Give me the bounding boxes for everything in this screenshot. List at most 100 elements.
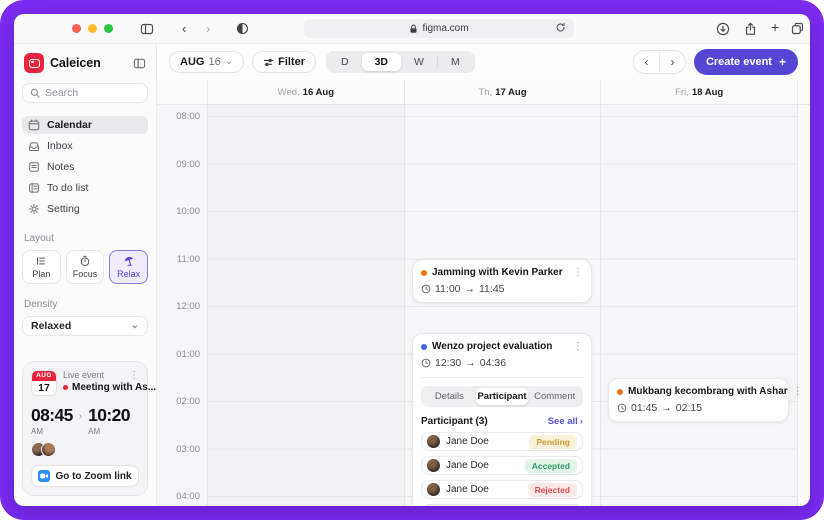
event-card-mukbang[interactable]: Mukbang kecombrang with Ashar ⋮ 01:45 → … <box>608 378 789 422</box>
search-input[interactable]: Search <box>22 83 148 103</box>
sidebar-item-label: Setting <box>47 203 80 215</box>
view-tab-3day[interactable]: 3D <box>362 53 401 71</box>
participant-row[interactable]: Jane Doe Accepted <box>421 456 583 475</box>
layout-section-label: Layout <box>24 233 146 244</box>
next-button[interactable]: › <box>660 51 685 73</box>
event-card-wenzo[interactable]: Wenzo project evaluation ⋮ 12:30 → 04:36 <box>412 333 592 506</box>
close-window-button[interactable] <box>72 24 81 33</box>
downloads-icon[interactable] <box>716 22 730 36</box>
day-header-fri[interactable]: Fri, 18 Aug <box>600 80 797 104</box>
sidebar-item-setting[interactable]: Setting <box>22 200 148 218</box>
avatar <box>41 442 56 457</box>
minimize-window-button[interactable] <box>88 24 97 33</box>
time-label: 03:00 <box>176 444 200 455</box>
density-select[interactable]: Relaxed ⌄ <box>22 316 148 336</box>
filter-button[interactable]: Filter <box>252 51 316 73</box>
day-header-wed[interactable]: Wed, 16 Aug <box>207 80 404 104</box>
sidebar-item-inbox[interactable]: Inbox <box>22 137 148 155</box>
layout-options: Plan Focus Relax <box>22 250 148 284</box>
zoom-link-label: Go to Zoom link <box>55 471 131 482</box>
new-tab-icon[interactable]: + <box>771 19 779 35</box>
status-badge: Accepted <box>525 459 577 473</box>
sidebar-item-label: To do list <box>47 182 88 194</box>
plus-icon: + <box>779 55 786 69</box>
day-column-fri[interactable] <box>600 105 797 506</box>
live-event-card[interactable]: AUG 17 Live event Meeting with As... ⋮ <box>22 361 148 496</box>
arrow-right-icon: → <box>661 402 672 414</box>
create-event-button[interactable]: Create event + <box>694 49 798 75</box>
kebab-menu-icon[interactable]: ⋮ <box>793 387 803 397</box>
lock-icon <box>409 24 418 34</box>
time-label: 04:00 <box>176 491 200 502</box>
umbrella-icon <box>123 255 135 267</box>
browser-forward-button[interactable]: › <box>206 21 210 36</box>
browser-sidebar-toggle-icon[interactable] <box>140 22 154 36</box>
layout-option-relax[interactable]: Relax <box>109 250 148 284</box>
time-label: 10:00 <box>176 206 200 217</box>
zoom-window-button[interactable] <box>104 24 113 33</box>
date-picker-button[interactable]: AUG 16 ⌄ <box>169 51 244 73</box>
filter-icon <box>263 57 274 68</box>
event-title: Mukbang kecombrang with Ashar <box>628 386 788 397</box>
calendar-grid: 08:00 09:00 10:00 11:00 12:00 01:00 02:0… <box>157 105 810 506</box>
gutter-header <box>157 80 207 104</box>
tab-comment[interactable]: Comment <box>528 388 581 405</box>
app-logo <box>24 53 44 73</box>
tab-details[interactable]: Details <box>423 388 476 405</box>
participant-row[interactable]: Jane Doe Rejected <box>421 480 583 499</box>
inbox-icon <box>28 140 40 152</box>
date-badge: AUG 17 <box>31 370 57 396</box>
tab-overview-icon[interactable] <box>791 22 804 35</box>
day-column-wed[interactable] <box>207 105 404 506</box>
sidebar-menu: Calendar Inbox Notes <box>22 116 148 218</box>
day-header-thu[interactable]: Th, 17 Aug <box>404 80 601 104</box>
clock-icon <box>421 284 431 294</box>
url-host: figma.com <box>422 23 468 34</box>
address-bar[interactable]: figma.com <box>304 19 574 38</box>
view-tab-month[interactable]: M <box>438 53 473 71</box>
reload-icon[interactable] <box>555 22 566 33</box>
video-camera-icon <box>38 470 50 482</box>
day-header-row: Wed, 16 Aug Th, 17 Aug Fri, 18 Aug <box>157 80 810 105</box>
share-icon[interactable] <box>744 22 757 36</box>
date-badge-month: AUG <box>32 371 56 381</box>
end-meridiem: AM <box>88 427 130 436</box>
previous-button[interactable]: ‹ <box>634 51 659 73</box>
clock-icon <box>617 403 627 413</box>
time-label: 01:00 <box>176 349 200 360</box>
view-tab-week[interactable]: W <box>401 53 437 71</box>
attendee-avatars <box>31 442 139 457</box>
participant-name: Jane Doe <box>446 436 489 447</box>
collapse-sidebar-icon[interactable] <box>133 57 146 70</box>
time-label: 11:00 <box>177 254 200 265</box>
event-detail-tabs: Details Participant Comment <box>421 386 583 407</box>
event-color-dot <box>421 344 427 350</box>
zoom-link-button[interactable]: Go to Zoom link <box>31 465 139 487</box>
kebab-menu-icon[interactable]: ⋮ <box>129 370 139 381</box>
sidebar-item-notes[interactable]: Notes <box>22 158 148 176</box>
live-event-times: 08:45 AM › 10:20 AM <box>31 405 139 436</box>
view-switcher: D 3D W M <box>326 51 475 73</box>
day-prefix: Fri, <box>675 87 689 98</box>
time-separator-icon: › <box>79 411 82 422</box>
event-card-jamming[interactable]: Jamming with Kevin Parker ⋮ 11:00 → 11:4… <box>412 259 592 303</box>
tab-participant[interactable]: Participant <box>476 388 529 405</box>
view-tab-day[interactable]: D <box>328 53 362 71</box>
grid-edge-strip <box>797 105 810 506</box>
kebab-menu-icon[interactable]: ⋮ <box>573 342 583 352</box>
kebab-menu-icon[interactable]: ⋮ <box>573 268 583 278</box>
sidebar-item-todo[interactable]: To do list <box>22 179 148 197</box>
chevron-down-icon: ⌄ <box>225 57 233 67</box>
date-navigation: ‹ › <box>633 50 686 74</box>
time-label: 02:00 <box>176 396 200 407</box>
layout-option-plan[interactable]: Plan <box>22 250 61 284</box>
live-dot-icon <box>63 385 68 390</box>
browser-back-button[interactable]: ‹ <box>182 21 186 36</box>
arrow-right-icon: → <box>465 283 476 295</box>
layout-option-focus[interactable]: Focus <box>66 250 105 284</box>
privacy-shield-icon[interactable] <box>236 22 249 35</box>
see-all-link[interactable]: See all › <box>548 416 583 427</box>
sidebar-item-calendar[interactable]: Calendar <box>22 116 148 134</box>
participant-row[interactable]: Jane Doe Pending <box>421 432 583 451</box>
event-color-dot <box>421 270 427 276</box>
